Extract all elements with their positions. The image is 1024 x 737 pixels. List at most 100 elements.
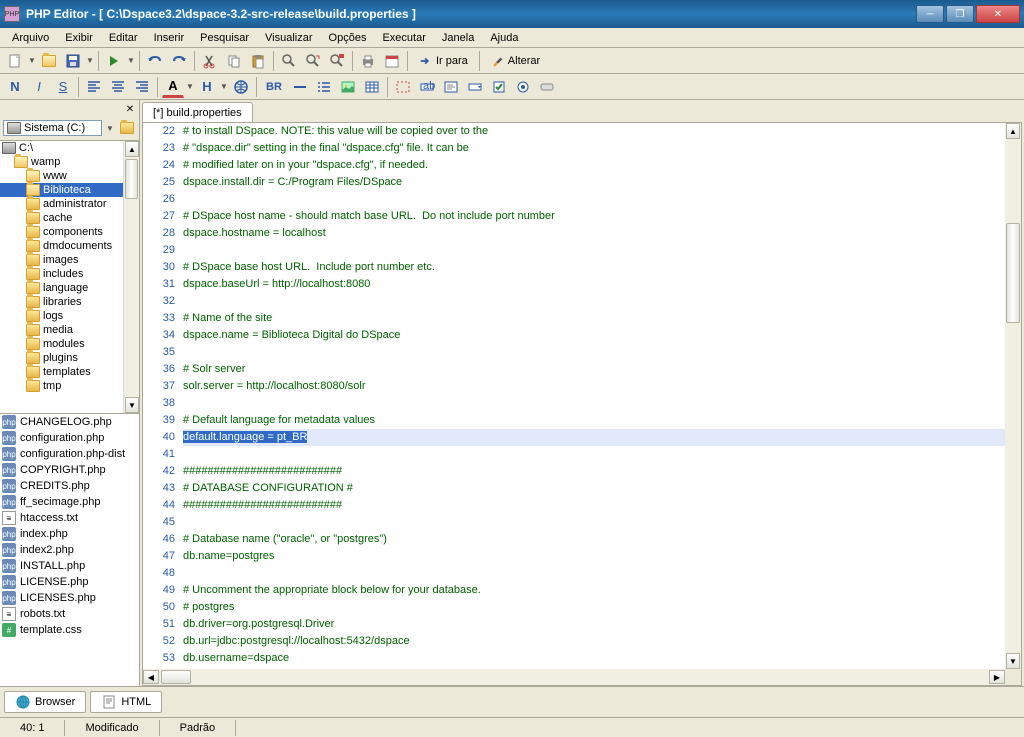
change-button[interactable]: Alterar xyxy=(484,50,547,72)
code-line[interactable]: 48 xyxy=(143,565,1005,582)
drive-dropdown[interactable]: ▼ xyxy=(106,124,114,133)
find-next-button[interactable] xyxy=(302,50,324,72)
drive-up-button[interactable] xyxy=(118,119,136,137)
redo-button[interactable] xyxy=(168,50,190,72)
new-file-button[interactable] xyxy=(4,50,26,72)
code-line[interactable]: 23# "dspace.dir" setting in the final "d… xyxy=(143,140,1005,157)
select-button[interactable] xyxy=(464,76,486,98)
file-item[interactable]: phpLICENSE.php xyxy=(0,574,139,590)
code-editor[interactable]: 22# to install DSpace. NOTE: this value … xyxy=(142,122,1022,686)
scroll-thumb[interactable] xyxy=(1006,223,1020,323)
italic-button[interactable]: I xyxy=(28,76,50,98)
link-button[interactable] xyxy=(230,76,252,98)
menu-opções[interactable]: Opções xyxy=(321,30,375,46)
code-line[interactable]: 26 xyxy=(143,191,1005,208)
heading-button[interactable]: H xyxy=(196,76,218,98)
run-button[interactable] xyxy=(103,50,125,72)
paste-button[interactable] xyxy=(247,50,269,72)
file-item[interactable]: phpCHANGELOG.php xyxy=(0,414,139,430)
file-item[interactable]: phpconfiguration.php xyxy=(0,430,139,446)
drive-combo[interactable]: Sistema (C:) xyxy=(3,120,102,136)
file-item[interactable]: phpLICENSES.php xyxy=(0,590,139,606)
code-line[interactable]: 36# Solr server xyxy=(143,361,1005,378)
menu-visualizar[interactable]: Visualizar xyxy=(257,30,321,46)
code-line[interactable]: 44########################## xyxy=(143,497,1005,514)
code-line[interactable]: 28dspace.hostname = localhost xyxy=(143,225,1005,242)
tree-item[interactable]: modules xyxy=(0,337,139,351)
bold-button[interactable]: N xyxy=(4,76,26,98)
font-color-button[interactable]: A xyxy=(162,76,184,98)
save-dropdown[interactable]: ▼ xyxy=(86,56,94,65)
menu-executar[interactable]: Executar xyxy=(374,30,433,46)
menu-arquivo[interactable]: Arquivo xyxy=(4,30,57,46)
print-button[interactable] xyxy=(357,50,379,72)
code-line[interactable]: 46# Database name ("oracle", or "postgre… xyxy=(143,531,1005,548)
maximize-button[interactable]: ❐ xyxy=(946,5,974,23)
date-button[interactable] xyxy=(381,50,403,72)
underline-button[interactable]: S xyxy=(52,76,74,98)
scroll-right-icon[interactable]: ▶ xyxy=(989,670,1005,684)
tree-item[interactable]: Biblioteca xyxy=(0,183,139,197)
form-button[interactable] xyxy=(392,76,414,98)
file-item[interactable]: phpCOPYRIGHT.php xyxy=(0,462,139,478)
tree-item[interactable]: wamp xyxy=(0,155,139,169)
code-line[interactable]: 24# modified later on in your "dspace.cf… xyxy=(143,157,1005,174)
tree-item[interactable]: dmdocuments xyxy=(0,239,139,253)
code-line[interactable]: 29 xyxy=(143,242,1005,259)
tree-item[interactable]: logs xyxy=(0,309,139,323)
scroll-down-icon[interactable]: ▼ xyxy=(1006,653,1020,669)
file-item[interactable]: phpCREDITS.php xyxy=(0,478,139,494)
code-line[interactable]: 45 xyxy=(143,514,1005,531)
button-button[interactable] xyxy=(536,76,558,98)
code-line[interactable]: 35 xyxy=(143,344,1005,361)
editor-vscrollbar[interactable]: ▲ ▼ xyxy=(1005,123,1021,669)
goto-button[interactable]: Ir para xyxy=(412,50,475,72)
code-line[interactable]: 31dspace.baseUrl = http://localhost:8080 xyxy=(143,276,1005,293)
textarea-button[interactable] xyxy=(440,76,462,98)
menu-janela[interactable]: Janela xyxy=(434,30,482,46)
tree-item[interactable]: plugins xyxy=(0,351,139,365)
list-button[interactable] xyxy=(313,76,335,98)
code-line[interactable]: 40default.language = pt_BR xyxy=(143,429,1005,446)
code-line[interactable]: 43# DATABASE CONFIGURATION # xyxy=(143,480,1005,497)
tree-item[interactable]: includes xyxy=(0,267,139,281)
align-center-button[interactable] xyxy=(107,76,129,98)
tree-scrollbar[interactable]: ▲ ▼ xyxy=(123,141,139,413)
code-line[interactable]: 41 xyxy=(143,446,1005,463)
menu-exibir[interactable]: Exibir xyxy=(57,30,101,46)
tree-item[interactable]: components xyxy=(0,225,139,239)
tree-item[interactable]: administrator xyxy=(0,197,139,211)
tree-item[interactable]: www xyxy=(0,169,139,183)
font-color-dropdown[interactable]: ▼ xyxy=(186,82,194,91)
minimize-button[interactable]: ─ xyxy=(916,5,944,23)
code-line[interactable]: 49# Uncomment the appropriate block belo… xyxy=(143,582,1005,599)
cut-button[interactable] xyxy=(199,50,221,72)
code-line[interactable]: 39# Default language for metadata values xyxy=(143,412,1005,429)
file-item[interactable]: phpindex.php xyxy=(0,526,139,542)
menu-ajuda[interactable]: Ajuda xyxy=(482,30,526,46)
browser-tab[interactable]: Browser xyxy=(4,691,86,713)
scroll-left-icon[interactable]: ◀ xyxy=(143,670,159,684)
scroll-up-icon[interactable]: ▲ xyxy=(1006,123,1020,139)
file-item[interactable]: phpff_secimage.php xyxy=(0,494,139,510)
menu-inserir[interactable]: Inserir xyxy=(146,30,193,46)
open-button[interactable] xyxy=(38,50,60,72)
table-button[interactable] xyxy=(361,76,383,98)
editor-hscrollbar[interactable]: ◀ ▶ xyxy=(143,669,1005,685)
input-text-button[interactable]: ab xyxy=(416,76,438,98)
code-line[interactable]: 38 xyxy=(143,395,1005,412)
code-line[interactable]: 33# Name of the site xyxy=(143,310,1005,327)
html-tab[interactable]: HTML xyxy=(90,691,162,713)
code-line[interactable]: 22# to install DSpace. NOTE: this value … xyxy=(143,123,1005,140)
code-line[interactable]: 34dspace.name = Biblioteca Digital do DS… xyxy=(143,327,1005,344)
code-line[interactable]: 42########################## xyxy=(143,463,1005,480)
tree-item[interactable]: libraries xyxy=(0,295,139,309)
titlebar[interactable]: PHP PHP Editor - [ C:\Dspace3.2\dspace-3… xyxy=(0,0,1024,28)
code-line[interactable]: 53db.username=dspace xyxy=(143,650,1005,667)
undo-button[interactable] xyxy=(144,50,166,72)
scroll-thumb[interactable] xyxy=(125,159,138,199)
tree-item[interactable]: cache xyxy=(0,211,139,225)
menu-editar[interactable]: Editar xyxy=(101,30,146,46)
hr-button[interactable] xyxy=(289,76,311,98)
code-line[interactable]: 47db.name=postgres xyxy=(143,548,1005,565)
